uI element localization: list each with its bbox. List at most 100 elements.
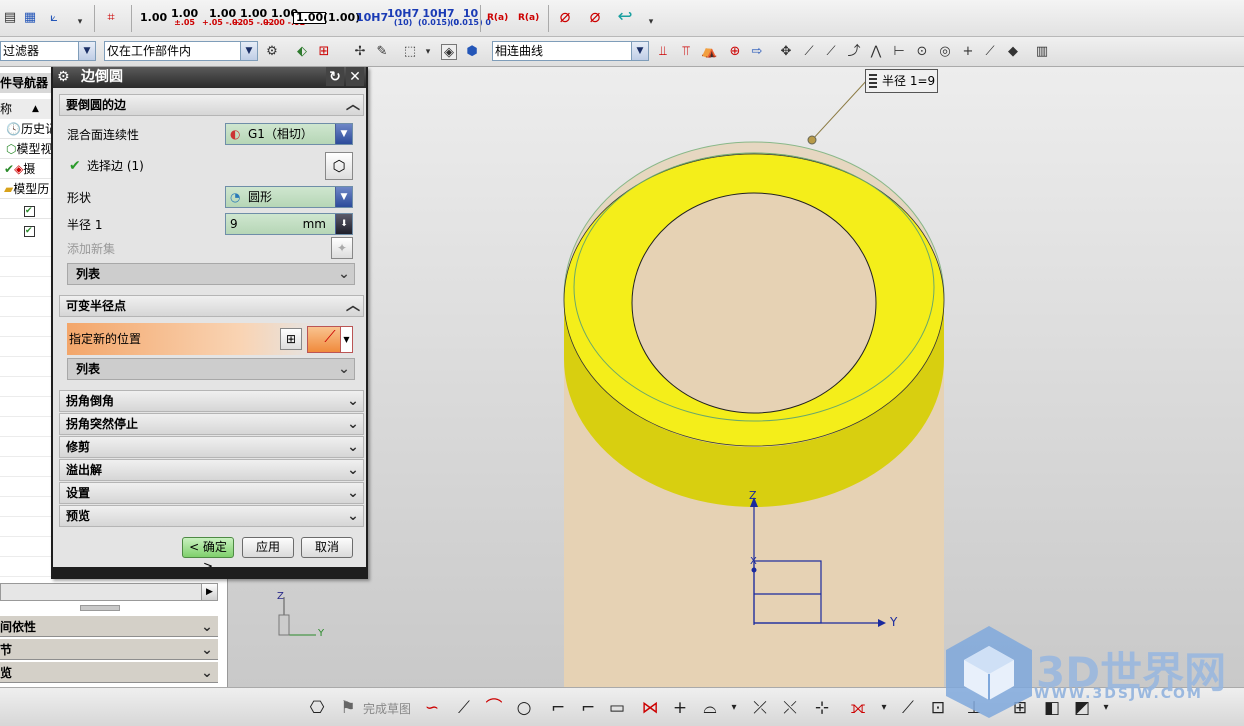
snap-intersection-icon[interactable]: ⋀ — [868, 44, 884, 60]
feature-frame-icon[interactable]: ⌗ — [103, 10, 119, 26]
pick-icon[interactable]: ✎ — [374, 44, 390, 60]
nav-item-model-views[interactable]: ⬡模型视 — [0, 139, 55, 159]
group-stop-short[interactable]: 拐角突然停止 ⌄ — [59, 413, 364, 435]
chamfer-icon[interactable]: ⌐ — [576, 697, 600, 719]
settings-grid-icon[interactable]: ▥ — [1034, 44, 1050, 60]
group-overflow[interactable]: 溢出解 ⌄ — [59, 459, 364, 481]
radius-dim-button-b[interactable]: R(a) — [518, 4, 539, 32]
section-details[interactable]: 节 ⌄ — [0, 638, 218, 660]
stop-at-intersection-icon[interactable]: ⛺ — [701, 44, 717, 60]
constraint-icon[interactable]: ⟗ — [846, 697, 870, 719]
apply-button[interactable]: 应用 — [242, 537, 294, 558]
trim-icon[interactable]: ⤫ — [748, 697, 772, 719]
diameter-alt-icon[interactable]: ⌀ — [587, 8, 603, 26]
graphics-viewport[interactable]: Z Y X Z Y — [228, 67, 1244, 687]
circle-icon[interactable]: ○ — [512, 697, 536, 719]
dim-basic-button[interactable]: 1.00 — [293, 4, 327, 32]
body-select-icon[interactable]: ⬢ — [464, 44, 480, 60]
dim-bilateral-button[interactable]: 1.00 ±.05 — [171, 4, 198, 32]
dropdown-arrow-icon[interactable]: ▾ — [722, 697, 746, 719]
finish-sketch-icon[interactable]: ⚑ — [336, 697, 360, 719]
select-feature-icon[interactable]: ⬖ — [294, 44, 310, 60]
snap-existing-icon[interactable]: ⊢ — [891, 44, 907, 60]
point-inference-dropdown[interactable]: ⟋ ▼ — [307, 326, 353, 353]
dialog-titlebar[interactable]: ⚙ 边倒圆 ↻ ✕ — [53, 67, 366, 88]
line-icon[interactable]: ⟋ — [452, 697, 476, 719]
snap-quadrant-icon[interactable]: ◎ — [937, 44, 953, 60]
type-filter-dropdown[interactable]: 过滤器 ▼ — [0, 41, 96, 61]
dropdown-arrow-icon[interactable]: ▾ — [72, 14, 88, 30]
group-edges-header[interactable]: 要倒圆的边 ︿ — [59, 94, 364, 116]
group-corner-setback[interactable]: 拐角倒角 ⌄ — [59, 390, 364, 412]
follow-fillet-icon[interactable]: ⊕ — [727, 44, 743, 60]
polygon-icon[interactable]: ⋈ — [638, 697, 662, 719]
rectangle-select-icon[interactable]: ⬚ — [402, 44, 418, 60]
snap-control-icon[interactable]: ⤴ — [846, 44, 862, 60]
face-select-icon[interactable]: ◈ — [441, 44, 457, 60]
selection-scope-dropdown[interactable]: 仅在工作部件内 ▼ — [104, 41, 258, 61]
point-dialog-button[interactable]: ⊞ — [280, 328, 302, 350]
curve-rule-dropdown[interactable]: 相连曲线 ▼ — [492, 41, 649, 61]
nav-item-camera[interactable]: ✔◈摄 — [0, 159, 55, 179]
profile-icon[interactable]: ∽ — [420, 697, 444, 719]
dim-reference-button[interactable]: (1.00) — [323, 4, 360, 32]
select-edge-button[interactable]: ⬡ — [325, 152, 353, 180]
nav-item-model-history[interactable]: ▰模型历 — [0, 179, 55, 199]
extend-icon[interactable]: ⤬ — [778, 697, 802, 719]
scroll-right-icon[interactable]: ▶ — [201, 584, 217, 600]
dimension-icon[interactable]: ⟋ — [896, 697, 920, 719]
corner-icon[interactable]: ⊹ — [810, 697, 834, 719]
fit-button-2[interactable]: 10H7 (10) — [387, 4, 419, 32]
radius-dim-button-a[interactable]: R(a) — [487, 4, 508, 32]
sketch-icon[interactable]: ⎔ — [305, 697, 329, 719]
checkbox-checked-icon[interactable]: ✔ — [24, 226, 35, 237]
group-settings[interactable]: 设置 ⌄ — [59, 482, 364, 504]
snap-on-face-icon[interactable]: ◆ — [1005, 44, 1021, 60]
section-preview[interactable]: 览 ⌄ — [0, 661, 218, 683]
snap-on-curve-icon[interactable]: ⟋ — [982, 44, 998, 60]
gear-icon[interactable]: ⚙ — [57, 67, 70, 88]
return-arrow-icon[interactable]: ↩ — [617, 8, 633, 26]
snap-midpoint-icon[interactable]: ⟋ — [823, 44, 839, 60]
dropdown-arrow-icon[interactable]: ▾ — [643, 14, 659, 30]
face-edges-icon[interactable]: ⫪ — [678, 44, 694, 60]
snap-all-icon[interactable]: ✥ — [778, 44, 794, 60]
group-variable-header[interactable]: 可变半径点 ︿ — [59, 295, 364, 317]
move-handle-icon[interactable]: ✢ — [352, 44, 368, 60]
reset-icon[interactable]: ↻ — [326, 67, 344, 86]
arc-icon[interactable]: ⌒ — [482, 697, 506, 719]
horizontal-scrollbar[interactable]: ▶ — [0, 583, 218, 601]
fit-button-4[interactable]: 10 (0.015) 0 — [450, 4, 491, 32]
select-box-icon[interactable]: ⊞ — [316, 44, 332, 60]
group-preview[interactable]: 预览 ⌄ — [59, 505, 364, 527]
splitter-handle[interactable] — [80, 605, 120, 611]
point-icon[interactable]: + — [668, 697, 692, 719]
dim-nominal-button[interactable]: 1.00 — [140, 4, 167, 32]
assembly-filter-icon[interactable]: ⚙ — [264, 44, 280, 60]
add-set-button[interactable]: ✦ — [331, 237, 353, 259]
drag-grip-icon[interactable] — [869, 74, 877, 88]
radius-callout[interactable]: 半径 1=9 — [865, 69, 938, 93]
tangent-curves-icon[interactable]: ⫫ — [655, 44, 671, 60]
snap-center-icon[interactable]: ⊙ — [914, 44, 930, 60]
list-toggle[interactable]: 列表 ⌄ — [67, 263, 355, 285]
expression-menu-icon[interactable]: ⬇ — [335, 214, 352, 234]
snap-point-icon[interactable]: + — [960, 44, 976, 60]
ok-button[interactable]: < 确定 > — [182, 537, 234, 573]
rectangle-icon[interactable]: ▭ — [605, 697, 629, 719]
next-arrow-icon[interactable]: ⇨ — [749, 44, 765, 60]
radius-input[interactable]: 9 mm ⬇ — [225, 213, 353, 235]
dropdown-arrow-icon[interactable]: ▾ — [872, 697, 896, 719]
dropdown-arrow-icon[interactable]: ▾ — [420, 44, 436, 60]
nav-item-feature-1[interactable]: ✔ — [0, 199, 55, 219]
fillet-icon[interactable]: ⌐ — [546, 697, 570, 719]
group-trim[interactable]: 修剪 ⌄ — [59, 436, 364, 458]
close-icon[interactable]: ✕ — [346, 67, 364, 86]
diameter-icon[interactable]: ⌀ — [557, 8, 573, 26]
fit-button-1[interactable]: 10H7 — [356, 4, 388, 32]
offset-icon[interactable]: ⌓ — [698, 697, 722, 719]
section-dependencies[interactable]: 间依性 ⌄ — [0, 615, 218, 637]
table-icon[interactable]: ▦ — [22, 10, 38, 26]
snap-endpoint-icon[interactable]: ⟋ — [801, 44, 817, 60]
nav-item-feature-2[interactable]: ✔ — [0, 219, 55, 239]
